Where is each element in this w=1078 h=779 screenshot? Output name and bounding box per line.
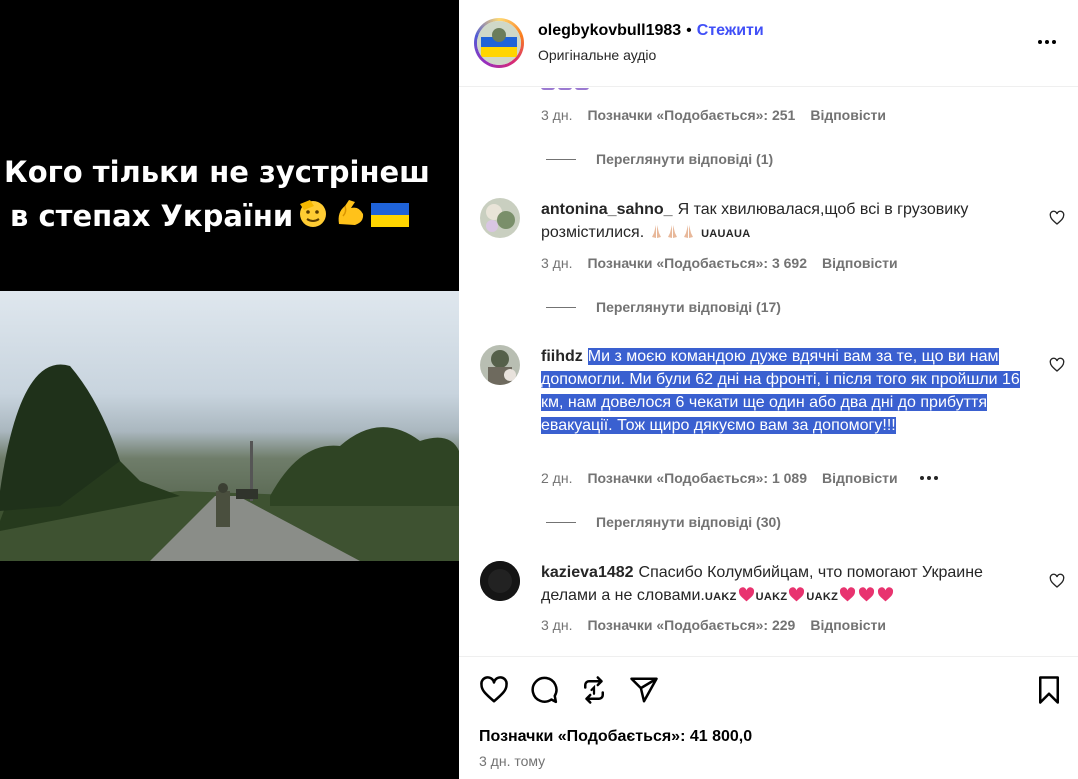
comment-bubble-icon[interactable] [529,675,559,705]
commenter-username[interactable]: fiihdz [541,348,583,365]
praying-hands-icon [681,223,696,238]
pink-heart-emoji-icon [859,587,875,602]
flexed-biceps-emoji-icon [333,196,367,242]
comments-list[interactable]: 3 дн. Позначки «Подобається»: 251 Відпов… [459,88,1078,656]
video-caption: Кого тільки не зустрінеш в степах Україн… [0,150,459,242]
caption-line-2-text: в степах України [10,199,294,233]
ukraine-flag-emoji-text: UAUAUA [701,228,751,240]
view-replies-button[interactable]: Переглянути відповіді (1) [546,151,773,167]
ukraine-flag-emoji-icon [370,198,410,242]
author-avatar[interactable] [474,18,524,68]
comment-likes[interactable]: Позначки «Подобається»: 3 692 [587,255,807,271]
view-replies-label: Переглянути відповіді (1) [596,151,774,167]
post-header: olegbykovbull1983 • Стежити Оригінальне ау… [459,0,1078,87]
comment-text: kazieva1482 Спасибо Колумбийцам, что помо… [541,561,1036,609]
repost-icon[interactable] [579,675,609,705]
author-username[interactable]: olegbykovbull1983 [538,22,681,39]
author-line: olegbykovbull1983 • Стежити [538,22,764,40]
comment-options-icon[interactable] [919,476,938,480]
bookmark-icon[interactable] [1034,675,1064,705]
video-player[interactable]: Кого тільки не зустрінеш в степах Україн… [0,0,459,779]
comment-content-selected: Ми з моєю командою дуже вдячні вам за те… [541,348,1020,434]
comment-text: fiihdz Ми з моєю командою дуже вдячні вам… [541,345,1036,437]
comment-likes[interactable]: Позначки «Подобається»: 251 [587,107,795,123]
partial-emoji-icon [541,88,589,90]
reply-button[interactable]: Відповісти [810,107,886,123]
commenter-username[interactable]: kazieva1482 [541,564,634,581]
original-audio-link[interactable]: Оригінальне аудіо [538,47,656,63]
comment-time[interactable]: 3 дн. [541,107,572,123]
comment-meta: 3 дн. Позначки «Подобається»: 229 Відпов… [541,617,886,633]
comment-like-heart-icon[interactable] [1049,357,1065,373]
replies-rule [546,306,576,308]
post-panel: olegbykovbull1983 • Стежити Оригінальне ау… [459,0,1078,779]
reply-button[interactable]: Відповісти [810,617,886,633]
comment-like-heart-icon[interactable] [1049,573,1065,589]
comment-meta: 2 дн. Позначки «Подобається»: 1 089 Відп… [541,470,938,486]
caption-line-1: Кого тільки не зустрінеш [4,155,430,189]
ukraine-kazakhstan-flag-emoji-text: UAKZ [806,591,839,603]
paper-plane-icon[interactable] [629,675,659,705]
comment-likes[interactable]: Позначки «Подобається»: 1 089 [587,470,807,486]
praying-hands-icon [649,223,664,238]
pink-heart-emoji-icon [840,587,856,602]
comment-time[interactable]: 2 дн. [541,470,572,486]
post-actions-bar: Позначки «Подобається»: 41 800,0 3 дн. т… [459,656,1078,779]
ukraine-kazakhstan-flag-emoji-text: UAKZ [704,591,737,603]
pink-heart-emoji-icon [789,587,805,602]
comment-like-heart-icon[interactable] [1049,210,1065,226]
pink-heart-emoji-icon [878,587,894,602]
comment-likes[interactable]: Позначки «Подобається»: 229 [587,617,795,633]
follow-button[interactable]: Стежити [697,22,764,39]
view-replies-label: Переглянути відповіді (17) [596,299,781,315]
video-frame[interactable] [0,291,459,561]
heart-icon[interactable] [479,675,509,705]
commenter-avatar[interactable] [480,198,520,238]
replies-rule [546,158,576,160]
pink-heart-emoji-icon [738,587,754,602]
caption-line-2: в степах України [0,194,459,242]
comment-meta: 3 дн. Позначки «Подобається»: 251 Відпов… [541,107,886,123]
comment-meta: 3 дн. Позначки «Подобається»: 3 692 Відп… [541,255,898,271]
post-likes-count[interactable]: Позначки «Подобається»: 41 800,0 [479,728,752,746]
commenter-avatar[interactable] [480,345,520,385]
reply-button[interactable]: Відповісти [822,255,898,271]
comment-time[interactable]: 3 дн. [541,255,572,271]
view-replies-button[interactable]: Переглянути відповіді (30) [546,514,781,530]
view-replies-label: Переглянути відповіді (30) [596,514,781,530]
view-replies-button[interactable]: Переглянути відповіді (17) [546,299,781,315]
replies-rule [546,521,576,523]
author-avatar-image [477,21,521,65]
comment-time[interactable]: 3 дн. [541,617,572,633]
ukraine-kazakhstan-flag-emoji-text: UAKZ [755,591,788,603]
comment-text: antonina_sahno_ Я так хвилювалася,щоб всі… [541,198,1036,246]
praying-hands-icon [665,223,680,238]
commenter-avatar[interactable] [480,561,520,601]
post-timestamp[interactable]: 3 дн. тому [479,753,545,769]
saluting-face-emoji-icon [296,196,330,242]
video-scene-image [0,364,459,561]
commenter-username[interactable]: antonina_sahno_ [541,201,673,218]
reply-button[interactable]: Відповісти [822,470,898,486]
more-horizontal-icon[interactable] [1029,30,1065,54]
separator-dot: • [686,22,692,39]
